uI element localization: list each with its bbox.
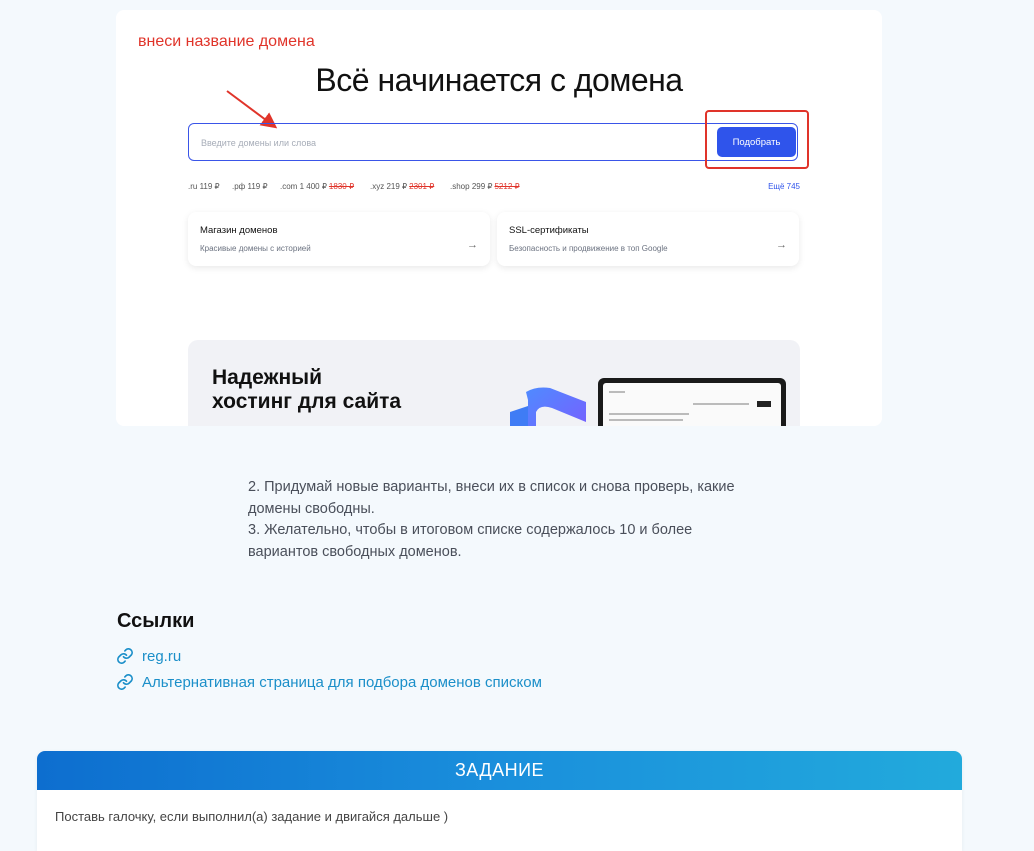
task-instruction: Поставь галочку, если выполнил(а) задани… [55, 809, 449, 824]
ssl-card[interactable]: SSL-сертификаты Безопасность и продвижен… [497, 212, 799, 266]
domain-search-input[interactable] [199, 133, 703, 153]
zone-item[interactable]: .shop 299 ₽5212 ₽ [450, 182, 520, 191]
reg-ru-link[interactable]: reg.ru [142, 648, 181, 665]
link-item[interactable]: Альтернативная страница для подбора доме… [116, 673, 542, 691]
link-icon [117, 674, 133, 690]
step-item: 3. Желательно, чтобы в итоговом списке с… [248, 522, 693, 560]
step-item: 2. Придумай новые варианты, внеси их в с… [248, 479, 735, 517]
arrow-right-icon: → [467, 239, 478, 251]
promo-title: Надежный хостинг для сайта [212, 366, 402, 413]
task-header: ЗАДАНИЕ [37, 751, 962, 790]
annotation-hint: внеси название домена [138, 33, 315, 50]
zone-item[interactable]: .ru 119 ₽ [188, 182, 220, 191]
zone-item[interactable]: .рф 119 ₽ [232, 182, 268, 191]
link-icon [117, 648, 133, 664]
alt-domain-page-link[interactable]: Альтернативная страница для подбора доме… [142, 674, 542, 691]
card-subtitle: Красивые домены с историей [200, 244, 311, 253]
more-zones-link[interactable]: Ещё 745 [768, 182, 800, 191]
pick-domain-button[interactable]: Подобрать [717, 127, 796, 157]
hosting-promo-banner: Надежный хостинг для сайта [188, 340, 800, 426]
task-block: ЗАДАНИЕ Поставь галочку, если выполнил(а… [37, 751, 962, 851]
zone-item[interactable]: .xyz 219 ₽2301 ₽ [370, 182, 434, 191]
arrow-right-icon: → [776, 239, 787, 251]
zone-price-list: .ru 119 ₽ .рф 119 ₽ .com 1 400 ₽1830 ₽ .… [188, 182, 800, 194]
domain-shop-card[interactable]: Магазин доменов Красивые домены с истори… [188, 212, 490, 266]
link-item[interactable]: reg.ru [116, 647, 181, 665]
decorative-shape-icon [510, 387, 586, 426]
domain-search-screenshot: внеси название домена Всё начинается с д… [116, 10, 882, 426]
instruction-steps: 2. Придумай новые варианты, внеси их в с… [248, 477, 748, 563]
card-title: SSL-сертификаты [509, 225, 589, 236]
links-heading: Ссылки [117, 610, 195, 632]
card-subtitle: Безопасность и продвижение в топ Google [509, 244, 668, 253]
card-title: Магазин доменов [200, 225, 278, 236]
laptop-image [598, 378, 786, 426]
zone-item[interactable]: .com 1 400 ₽1830 ₽ [280, 182, 354, 191]
